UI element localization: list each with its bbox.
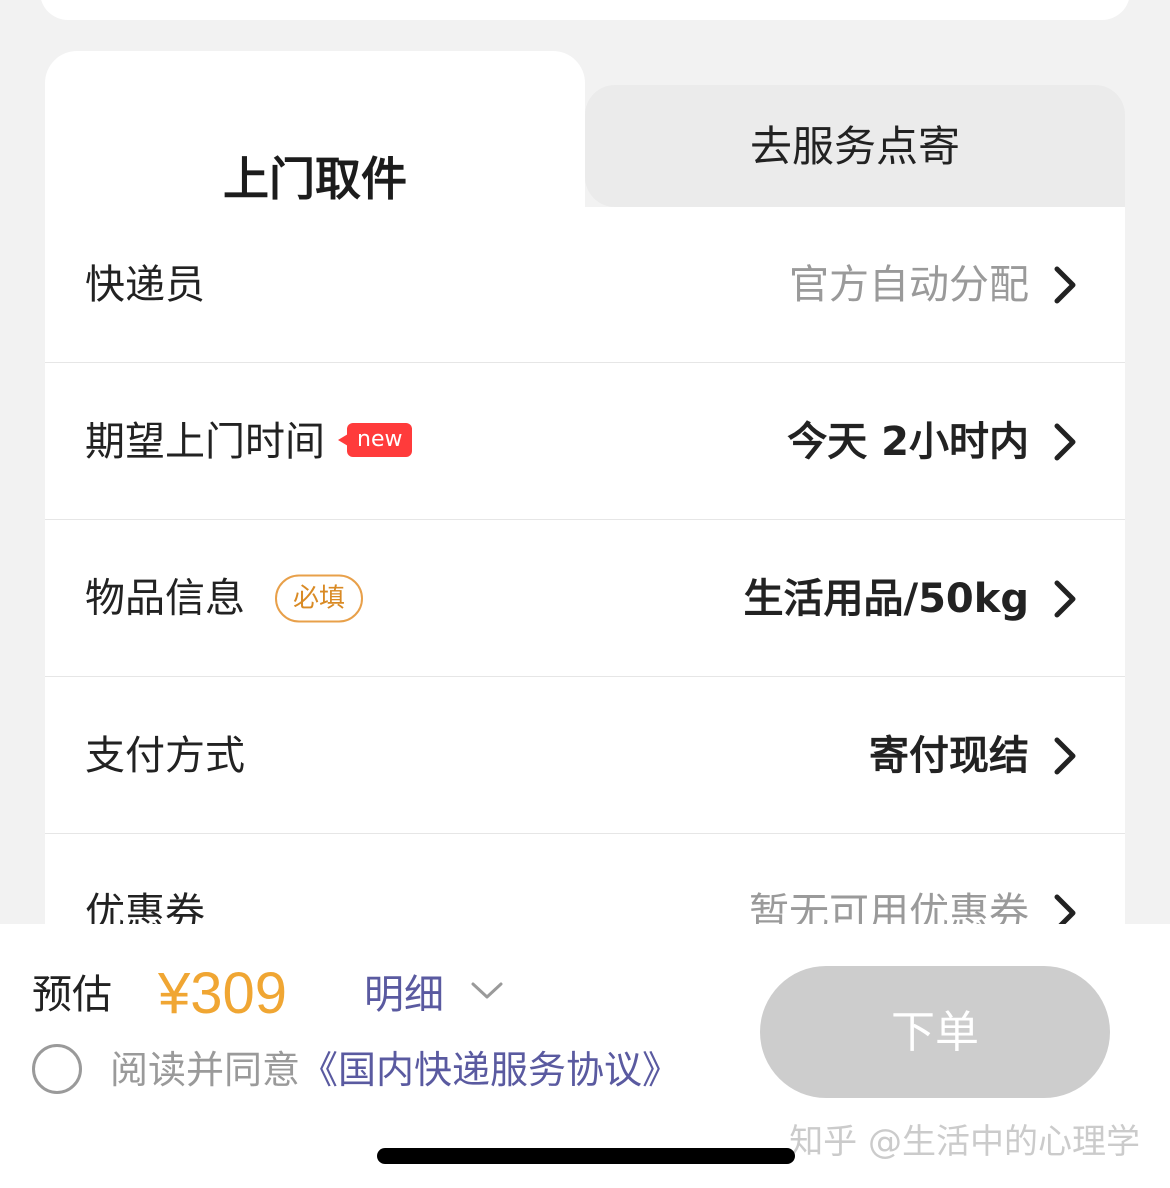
previous-card: [40, 0, 1130, 20]
tab-door-pickup-label: 上门取件: [223, 152, 407, 206]
new-badge: new: [337, 422, 413, 457]
item-info-label-group: 物品信息 必填: [85, 573, 364, 624]
place-order-button[interactable]: 下单: [760, 966, 1110, 1098]
chevron-right-icon: [1054, 580, 1076, 617]
courier-value: 官方自动分配: [789, 261, 1029, 308]
tab-service-point-label: 去服务点寄: [749, 122, 960, 171]
service-agreement-link[interactable]: 《国内快递服务协议》: [300, 1048, 680, 1092]
item-info-row[interactable]: 物品信息 必填 生活用品/50kg: [45, 521, 1125, 677]
pickup-time-value: 今天 2小时内: [787, 418, 1029, 465]
coupon-label: 优惠券: [85, 890, 205, 927]
tab-service-point[interactable]: 去服务点寄: [585, 85, 1125, 207]
order-form-list: 快递员 官方自动分配 期望上门时间 new 今天 2小时内 物品信息 必填 生活用品…: [45, 207, 1125, 927]
payment-method-row[interactable]: 支付方式 寄付现结: [45, 678, 1125, 834]
pickup-time-label-group: 期望上门时间 new: [85, 417, 413, 467]
item-info-value: 生活用品/50kg: [743, 575, 1029, 622]
coupon-row[interactable]: 优惠券 暂无可用优惠券: [45, 835, 1125, 927]
chevron-right-icon: [1054, 266, 1076, 303]
required-badge: 必填: [275, 574, 364, 622]
chevron-right-icon: [1054, 894, 1076, 927]
pickup-time-row[interactable]: 期望上门时间 new 今天 2小时内: [45, 364, 1125, 520]
pickup-time-label: 期望上门时间: [85, 418, 325, 465]
agreement-prefix: 阅读并同意: [110, 1048, 301, 1092]
watermark: 知乎 @生活中的心理学: [789, 1122, 1140, 1162]
coupon-value: 暂无可用优惠券: [749, 890, 1029, 927]
courier-label: 快递员: [85, 261, 205, 308]
agreement-text: 阅读并同意《国内快递服务协议》: [110, 1046, 680, 1094]
chevron-down-icon[interactable]: [470, 980, 504, 1002]
estimate-label: 预估: [32, 972, 112, 1018]
payment-method-value: 寄付现结: [869, 732, 1029, 779]
home-indicator: [377, 1148, 795, 1164]
payment-method-label: 支付方式: [85, 732, 245, 779]
agree-checkbox[interactable]: [32, 1044, 82, 1094]
tab-door-pickup[interactable]: 上门取件: [45, 51, 585, 226]
item-info-label: 物品信息: [85, 575, 245, 621]
courier-row[interactable]: 快递员 官方自动分配: [45, 207, 1125, 363]
checkout-bar: 预估 ¥309 明细 阅读并同意《国内快递服务协议》 下单 知乎 @生活中的心理…: [0, 924, 1170, 1188]
estimated-price: ¥309: [158, 961, 288, 1026]
price-detail-toggle[interactable]: 明细: [364, 970, 444, 1020]
chevron-right-icon: [1054, 737, 1076, 774]
chevron-right-icon: [1054, 423, 1076, 460]
